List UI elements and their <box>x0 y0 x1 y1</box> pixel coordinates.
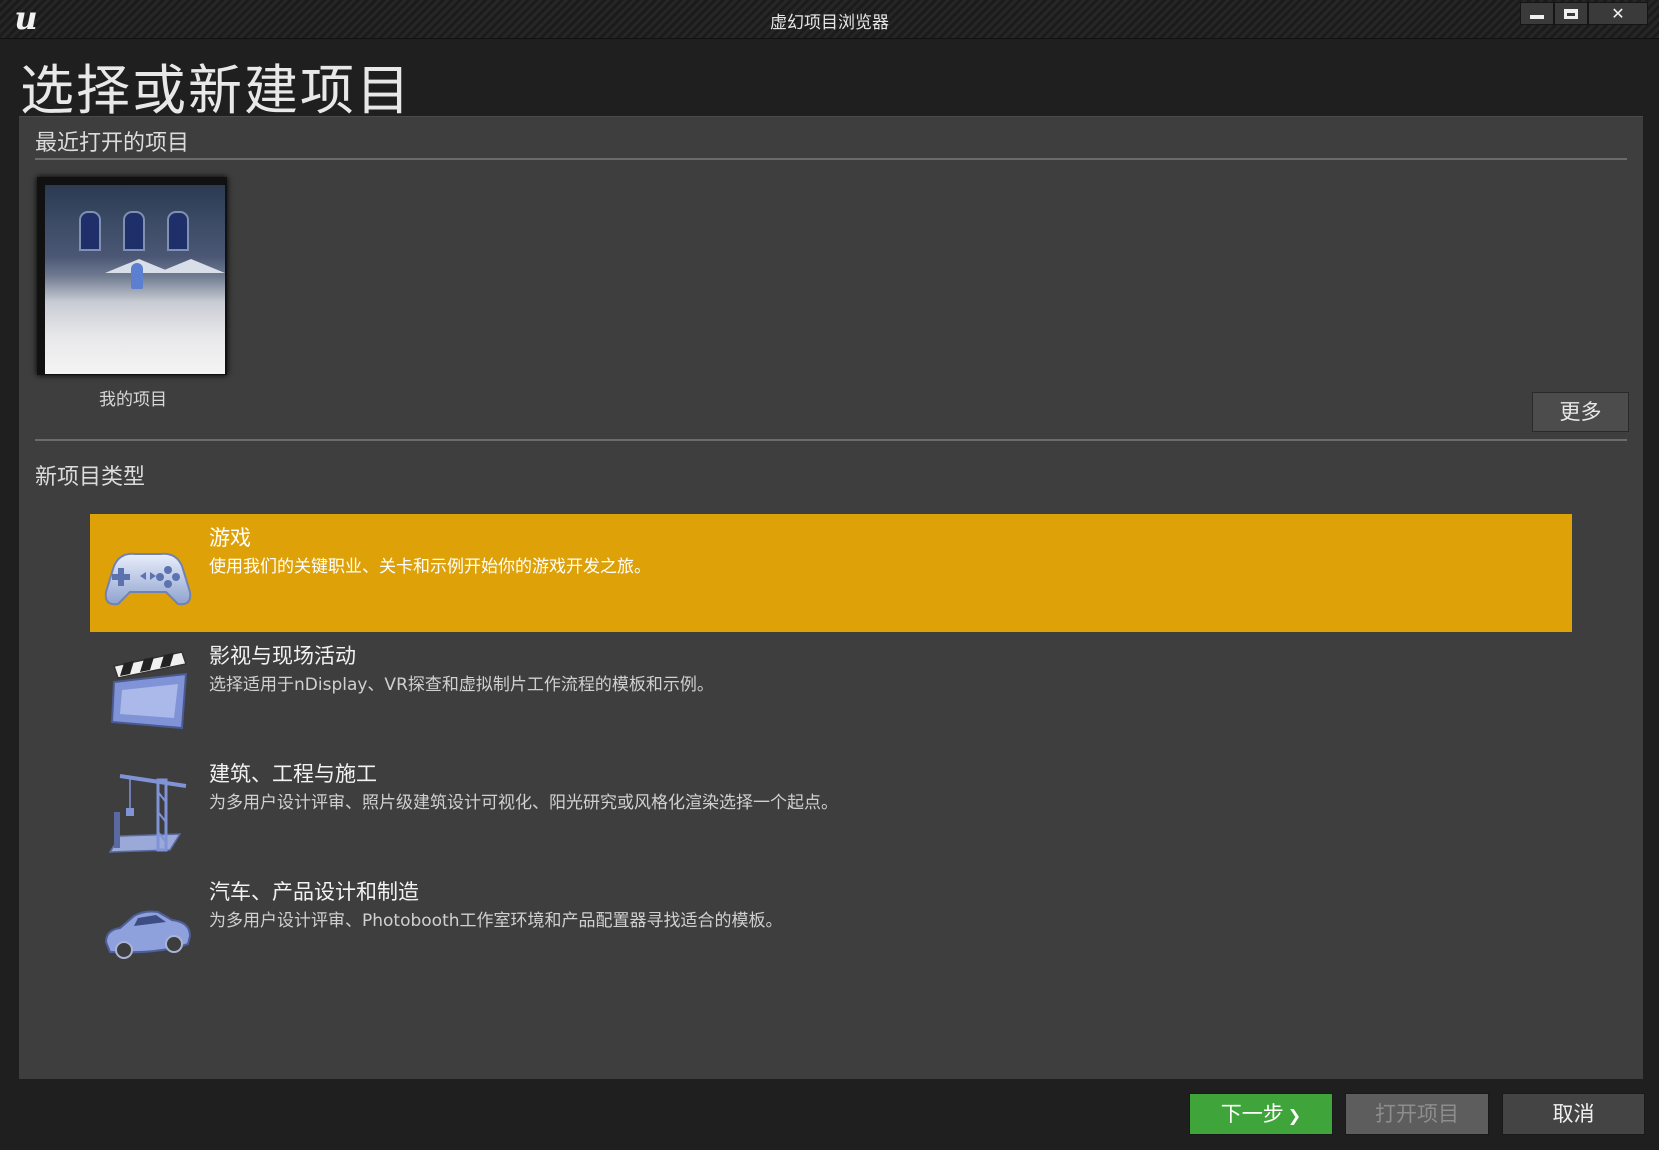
crane-icon <box>108 774 187 853</box>
project-thumbnail-frame <box>37 177 227 375</box>
category-title: 游戏 <box>209 526 251 550</box>
window-title: 虚幻项目浏览器 <box>770 13 889 33</box>
new-project-types-heading: 新项目类型 <box>35 465 146 490</box>
divider <box>35 439 1627 441</box>
category-description: 使用我们的关键职业、关卡和示例开始你的游戏开发之旅。 <box>209 557 651 577</box>
minimize-button[interactable] <box>1520 2 1554 25</box>
category-title: 建筑、工程与施工 <box>209 762 377 786</box>
next-button-label: 下一步 <box>1220 1102 1284 1126</box>
category-title: 汽车、产品设计和制造 <box>209 880 419 904</box>
clapperboard-icon <box>110 651 188 730</box>
project-name: 我的项目 <box>99 390 167 410</box>
category-games[interactable]: 游戏 使用我们的关键职业、关卡和示例开始你的游戏开发之旅。 <box>90 514 1572 632</box>
open-project-button[interactable]: 打开项目 <box>1345 1093 1489 1135</box>
maximize-icon <box>1564 9 1578 19</box>
car-icon <box>104 910 192 959</box>
category-description: 为多用户设计评审、Photobooth工作室环境和产品配置器寻找适合的模板。 <box>209 911 783 931</box>
category-description: 选择适用于nDisplay、VR探查和虚拟制片工作流程的模板和示例。 <box>209 675 714 695</box>
more-button[interactable]: 更多 <box>1532 392 1629 432</box>
thumbnail-window-shape <box>123 211 145 251</box>
divider <box>35 158 1627 160</box>
thumbnail-window-shape <box>167 211 189 251</box>
thumbnail-window-shape <box>79 211 101 251</box>
category-film-live-events[interactable]: 影视与现场活动 选择适用于nDisplay、VR探查和虚拟制片工作流程的模板和示… <box>90 632 1572 750</box>
minimize-icon <box>1530 15 1544 19</box>
thumbnail-tent-shape <box>157 259 225 273</box>
project-browser-panel: 最近打开的项目 我的项目 更多 新项目类型 游戏 使用我们的关键职业、关卡和示例… <box>19 116 1643 1079</box>
thumbnail-person-shape <box>131 263 143 289</box>
category-architecture[interactable]: 建筑、工程与施工 为多用户设计评审、照片级建筑设计可视化、阳光研究或风格化渲染选… <box>90 750 1572 868</box>
cancel-button[interactable]: 取消 <box>1502 1093 1645 1135</box>
category-title: 影视与现场活动 <box>209 644 356 668</box>
close-icon: ✕ <box>1611 4 1625 23</box>
chevron-right-icon: ❯ <box>1287 1106 1302 1125</box>
category-description: 为多用户设计评审、照片级建筑设计可视化、阳光研究或风格化渲染选择一个起点。 <box>209 793 838 813</box>
window-titlebar[interactable]: u 虚幻项目浏览器 ✕ <box>0 0 1659 39</box>
city-plaza-thumbnail <box>45 185 225 374</box>
next-button[interactable]: 下一步 ❯ <box>1189 1093 1333 1135</box>
maximize-button[interactable] <box>1554 2 1588 25</box>
recent-project-tile[interactable]: 我的项目 <box>35 177 231 410</box>
recent-projects-heading: 最近打开的项目 <box>35 131 190 156</box>
page-title: 选择或新建项目 <box>20 59 412 122</box>
category-automotive[interactable]: 汽车、产品设计和制造 为多用户设计评审、Photobooth工作室环境和产品配置… <box>90 868 1572 986</box>
close-button[interactable]: ✕ <box>1588 2 1648 25</box>
gamepad-icon <box>104 552 192 606</box>
